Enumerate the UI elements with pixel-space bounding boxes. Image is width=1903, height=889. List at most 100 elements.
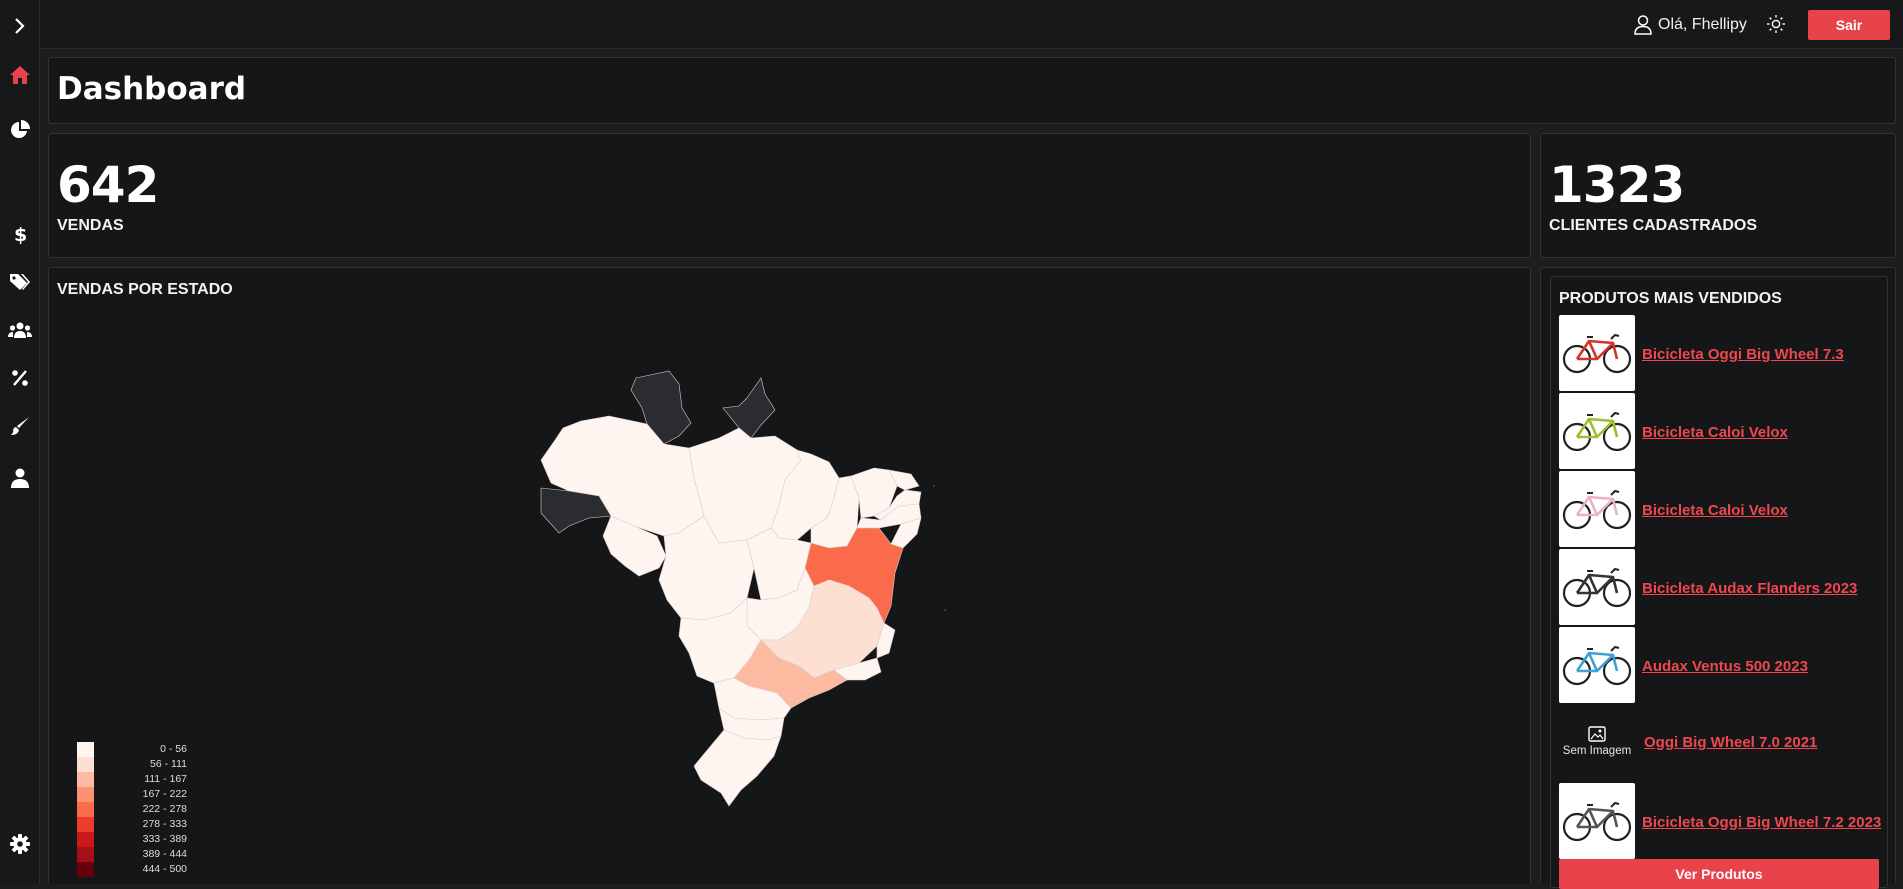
top-products-panel: PRODUTOS MAIS VENDIDOS Bicicleta Oggi Bi… bbox=[1550, 276, 1888, 889]
legend-row: 333 - 389 bbox=[77, 832, 187, 847]
map-legend: 0 - 56 56 - 111 111 - 167 167 - 222 222 - 27… bbox=[77, 742, 189, 880]
product-link[interactable]: Oggi Big Wheel 7.0 2021 bbox=[1644, 734, 1817, 751]
product-image bbox=[1559, 393, 1635, 469]
product-image bbox=[1559, 549, 1635, 625]
map-title: VENDAS POR ESTADO bbox=[57, 281, 233, 298]
sidebar-item-themes[interactable] bbox=[8, 414, 32, 438]
product-link[interactable]: Bicicleta Oggi Big Wheel 7.2 2023 bbox=[1642, 814, 1881, 831]
theme-toggle-button[interactable] bbox=[1766, 14, 1786, 34]
sidebar-item-settings[interactable] bbox=[8, 832, 32, 856]
legend-label: 167 - 222 bbox=[142, 788, 187, 800]
user-icon bbox=[11, 468, 29, 488]
sidebar-item-account[interactable] bbox=[8, 466, 32, 490]
tags-icon bbox=[10, 274, 30, 290]
sales-stat-card: 642 VENDAS bbox=[48, 133, 1531, 258]
page-title: Dashboard bbox=[57, 71, 247, 107]
legend-row: 444 - 500 bbox=[77, 862, 187, 877]
user-outline-icon bbox=[1634, 15, 1652, 35]
legend-swatch bbox=[77, 817, 94, 832]
legend-row: 0 - 56 bbox=[77, 742, 187, 757]
sidebar: $ bbox=[0, 0, 40, 884]
product-link[interactable]: Bicicleta Audax Flanders 2023 bbox=[1642, 580, 1857, 597]
image-placeholder-icon bbox=[1588, 725, 1606, 742]
product-link[interactable]: Bicicleta Oggi Big Wheel 7.3 bbox=[1642, 346, 1844, 363]
legend-row: 167 - 222 bbox=[77, 787, 187, 802]
clients-label: CLIENTES CADASTRADOS bbox=[1549, 217, 1758, 234]
clients-count: 1323 bbox=[1549, 156, 1685, 214]
legend-label: 222 - 278 bbox=[142, 803, 187, 815]
bicycle-icon bbox=[1562, 333, 1632, 374]
sidebar-item-discounts[interactable] bbox=[8, 366, 32, 390]
legend-swatch bbox=[77, 757, 94, 772]
product-link[interactable]: Bicicleta Caloi Velox bbox=[1642, 424, 1788, 441]
legend-row: 389 - 444 bbox=[77, 847, 187, 862]
sidebar-item-products[interactable] bbox=[8, 270, 32, 294]
product-item: Bicicleta Oggi Big Wheel 7.3 bbox=[1551, 315, 1887, 391]
product-image bbox=[1559, 783, 1635, 859]
view-products-button[interactable]: Ver Produtos bbox=[1559, 859, 1879, 889]
bicycle-icon bbox=[1562, 801, 1632, 842]
logout-label: Sair bbox=[1835, 17, 1863, 33]
legend-row: 222 - 278 bbox=[77, 802, 187, 817]
top-products-card: PRODUTOS MAIS VENDIDOS Bicicleta Oggi Bi… bbox=[1540, 267, 1896, 889]
gear-icon bbox=[10, 834, 30, 854]
product-item: Audax Ventus 500 2023 bbox=[1551, 627, 1887, 703]
legend-label: 389 - 444 bbox=[142, 848, 187, 860]
top-bar: Olá, Fhellipy Sair bbox=[40, 0, 1903, 49]
bicycle-icon bbox=[1562, 411, 1632, 452]
logout-button[interactable]: Sair bbox=[1808, 10, 1890, 40]
legend-swatch bbox=[77, 862, 94, 877]
product-item: Bicicleta Caloi Velox bbox=[1551, 393, 1887, 469]
state-rio-grande-do-sul[interactable] bbox=[693, 729, 782, 807]
user-greeting[interactable]: Olá, Fhellipy bbox=[1634, 14, 1747, 36]
legend-label: 111 - 167 bbox=[144, 773, 187, 785]
legend-row: 278 - 333 bbox=[77, 817, 187, 832]
legend-swatch bbox=[77, 772, 94, 787]
bicycle-icon bbox=[1562, 645, 1632, 686]
product-item: Bicicleta Caloi Velox bbox=[1551, 471, 1887, 547]
legend-row: 56 - 111 bbox=[77, 757, 187, 772]
home-icon bbox=[10, 66, 30, 84]
product-item: Bicicleta Oggi Big Wheel 7.2 2023 bbox=[1551, 783, 1887, 859]
product-link[interactable]: Bicicleta Caloi Velox bbox=[1642, 502, 1788, 519]
sales-by-state-card: VENDAS POR ESTADO 0 - 56 56 - 111 111 - … bbox=[48, 267, 1531, 884]
bicycle-icon bbox=[1562, 489, 1632, 530]
legend-swatch bbox=[77, 787, 94, 802]
view-products-label: Ver Produtos bbox=[1675, 866, 1763, 882]
sidebar-item-home[interactable] bbox=[8, 63, 32, 87]
legend-label: 0 - 56 bbox=[160, 743, 187, 755]
svg-text:$: $ bbox=[14, 224, 27, 245]
sun-icon bbox=[1767, 15, 1785, 33]
sidebar-item-charts[interactable] bbox=[8, 118, 32, 142]
legend-label: 278 - 333 bbox=[142, 818, 187, 830]
no-image-label: Sem Imagem bbox=[1562, 744, 1632, 757]
legend-label: 444 - 500 bbox=[142, 863, 187, 875]
legend-label: 56 - 111 bbox=[150, 758, 187, 770]
product-item: Sem Imagem Oggi Big Wheel 7.0 2021 bbox=[1551, 707, 1887, 783]
brazil-states-map bbox=[540, 370, 946, 807]
expand-sidebar-button[interactable] bbox=[8, 14, 32, 38]
chevron-right-icon bbox=[15, 18, 25, 34]
legend-swatch bbox=[77, 742, 94, 757]
sidebar-item-customers[interactable] bbox=[8, 318, 32, 342]
product-item: Bicicleta Audax Flanders 2023 bbox=[1551, 549, 1887, 625]
title-card: Dashboard bbox=[48, 57, 1896, 124]
legend-row: 111 - 167 bbox=[77, 772, 187, 787]
product-link[interactable]: Audax Ventus 500 2023 bbox=[1642, 658, 1808, 675]
legend-swatch bbox=[77, 832, 94, 847]
sales-label: VENDAS bbox=[57, 217, 124, 234]
percent-icon bbox=[12, 370, 28, 386]
legend-swatch bbox=[77, 802, 94, 817]
product-image bbox=[1559, 471, 1635, 547]
bicycle-icon bbox=[1562, 567, 1632, 608]
greeting-text: Olá, Fhellipy bbox=[1658, 16, 1747, 33]
sidebar-item-sales[interactable]: $ bbox=[8, 222, 32, 246]
state-amapa[interactable] bbox=[722, 377, 776, 439]
products-title: PRODUTOS MAIS VENDIDOS bbox=[1559, 290, 1782, 307]
legend-swatch bbox=[77, 847, 94, 862]
product-image bbox=[1559, 627, 1635, 703]
legend-label: 333 - 389 bbox=[142, 833, 187, 845]
no-image-placeholder: Sem Imagem bbox=[1559, 715, 1635, 767]
dollar-icon: $ bbox=[14, 224, 27, 245]
users-icon bbox=[8, 322, 32, 338]
